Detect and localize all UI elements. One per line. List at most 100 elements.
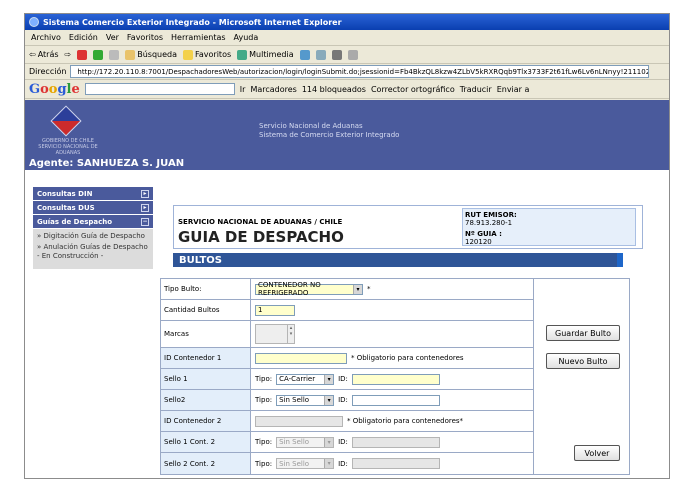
row-sello-2: Sello2 Tipo: Sin Sello ▾ ID: [161,390,533,411]
nuevo-bulto-button[interactable]: Nuevo Bulto [546,353,620,369]
label-sello-2: Sello2 [161,390,251,410]
sello-1-cont-2-select[interactable]: Sin Sello ▾ [276,436,335,448]
home-icon[interactable] [109,49,120,60]
send-to-button[interactable]: Enviar a [497,85,530,94]
rut-value: 78.913.280-1 [465,219,513,227]
page-title: GUIA DE DESPACHO [178,228,344,246]
menu-archivo[interactable]: Archivo [31,33,61,42]
scrollbar[interactable]: ▴ ▾ [287,325,294,343]
row-sello-1-cont-2: Sello 1 Cont. 2 Tipo: Sin Sello ▾ ID: [161,432,533,453]
label-sello-2-cont-2: Sello 2 Cont. 2 [161,453,251,474]
guardar-bulto-button[interactable]: Guardar Bulto [546,325,620,341]
row-marcas: Marcas ▴ ▾ [161,321,533,348]
banner: GOBIERNO DE CHILE SERVICIO NACIONAL DE A… [25,100,669,170]
label-tipo-bulto: Tipo Bulto: [161,279,251,299]
chevron-down-icon: ▾ [324,374,334,384]
google-search-input[interactable] [84,83,235,95]
mail-icon[interactable] [315,49,326,60]
row-sello-2-cont-2: Sello 2 Cont. 2 Tipo: Sin Sello ▾ ID: [161,453,533,474]
bultos-form: Tipo Bulto: CONTENEDOR NO REFRIGERADO ▾ *… [160,278,630,475]
sidebar-submenu: » Digitación Guía de Despacho » Anulació… [33,229,153,269]
guia-value: 120120 [465,238,492,246]
address-bar: Dirección http://172.20.110.8:7001/Despa… [25,64,669,80]
emisor-info: RUT EMISOR: 78.913.280-1 Nº GUIA : 12012… [462,208,636,246]
multimedia-icon [237,49,248,60]
cantidad-input[interactable]: 1 [255,304,295,316]
chevron-down-icon: ▾ [353,284,362,294]
menu-ver[interactable]: Ver [106,33,119,42]
button-column: Guardar Bulto Nuevo Bulto Volver [533,279,629,474]
required-note: * Obligatorio para contenedores [351,354,464,362]
sello-2-tipo-select[interactable]: Sin Sello ▾ [276,394,335,406]
sidebar: Consultas DIN ▸ Consultas DUS ▸ Guías de D… [33,187,153,269]
sidebar-item-consultas-din[interactable]: Consultas DIN ▸ [33,187,153,200]
stop-icon[interactable] [77,49,88,60]
org-name: SERVICIO NACIONAL DE ADUANAS / CHILE [178,218,343,226]
sidebar-link-anulacion[interactable]: » Anulación Guías de Despacho - En Const… [37,243,149,261]
row-tipo-bulto: Tipo Bulto: CONTENEDOR NO REFRIGERADO ▾ * [161,279,533,300]
volver-button[interactable]: Volver [574,445,620,461]
row-cantidad: Cantidad Bultos 1 [161,300,533,321]
google-toolbar: Google Ir Marcadores 114 bloqueados Corr… [25,80,669,99]
chevron-down-icon: ▾ [324,395,334,405]
row-id-contenedor-1: ID Contenedor 1 * Obligatorio para conte… [161,348,533,369]
favorites-button[interactable]: Favoritos [183,49,231,60]
history-icon[interactable] [299,49,310,60]
menu-edicion[interactable]: Edición [69,33,98,42]
expand-icon: ▸ [141,189,149,198]
rut-label: RUT EMISOR: [465,211,517,219]
google-bookmarks-button[interactable]: Marcadores [250,85,296,94]
menu-bar: Archivo Edición Ver Favoritos Herramient… [25,30,669,46]
menu-herramientas[interactable]: Herramientas [171,33,226,42]
address-url: http://172.20.110.8:7001/DespachadoresWe… [77,67,649,76]
spellcheck-button[interactable]: Corrector ortográfico [371,85,455,94]
form-header: SERVICIO NACIONAL DE ADUANAS / CHILE GUI… [173,205,643,267]
address-label: Dirección [29,67,67,76]
sello-1-id-input[interactable] [351,373,440,385]
search-button[interactable]: Búsqueda [125,49,177,60]
google-go-button[interactable]: Ir [240,85,246,94]
forward-arrow-icon[interactable]: ⇨ [65,50,72,59]
menu-favoritos[interactable]: Favoritos [127,33,163,42]
header-box: SERVICIO NACIONAL DE ADUANAS / CHILE GUI… [173,205,643,249]
back-button[interactable]: ⇦ Atrás [29,50,59,59]
label-sello-1-cont-2: Sello 1 Cont. 2 [161,432,251,452]
sidebar-item-guias-despacho[interactable]: Guías de Despacho − [33,215,153,228]
toolbar: ⇦ Atrás ⇨ Búsqueda Favoritos Multimedia [25,46,669,64]
multimedia-button[interactable]: Multimedia [237,49,294,60]
marcas-textarea[interactable]: ▴ ▾ [255,324,295,344]
translate-button[interactable]: Traducir [460,85,492,94]
id-contenedor-1-input[interactable] [255,352,347,364]
section-title: BULTOS [173,253,623,267]
sello-2-id-input[interactable] [351,394,440,406]
banner-line-2: Sistema de Comercio Exterior Integrado [259,131,400,139]
address-field[interactable]: http://172.20.110.8:7001/DespachadoresWe… [70,65,649,78]
label-cantidad: Cantidad Bultos [161,300,251,320]
sello-1-tipo-select[interactable]: CA-Carrier ▾ [276,373,335,385]
logo-caption: GOBIERNO DE CHILE SERVICIO NACIONAL DE A… [38,138,98,156]
id-contenedor-2-input[interactable] [255,415,343,427]
label-id-contenedor-1: ID Contenedor 1 [161,348,251,368]
title-bar: Sistema Comercio Exterior Integrado - Mi… [25,14,669,30]
ie-icon [29,17,39,27]
required-note-2: * Obligatorio para contenedores* [347,417,464,425]
search-icon [125,49,136,60]
star-icon [183,49,194,60]
refresh-icon[interactable] [93,49,104,60]
sello-2-cont-2-select[interactable]: Sin Sello ▾ [276,458,335,469]
banner-line-1: Servicio Nacional de Aduanas [259,122,363,130]
tipo-bulto-select[interactable]: CONTENEDOR NO REFRIGERADO ▾ [255,281,363,297]
sello-2-cont-2-id-input[interactable] [351,458,440,469]
menu-ayuda[interactable]: Ayuda [234,33,259,42]
row-sello-1: Sello 1 Tipo: CA-Carrier ▾ ID: [161,369,533,390]
chevron-down-icon: ▾ [324,459,334,468]
window-title: Sistema Comercio Exterior Integrado - Mi… [43,17,342,27]
sello-1-cont-2-id-input[interactable] [351,436,440,448]
sidebar-item-consultas-dus[interactable]: Consultas DUS ▸ [33,201,153,214]
chevron-down-icon: ▾ [324,437,334,447]
google-logo: Google [29,81,80,97]
edit-icon[interactable] [347,49,358,60]
popup-blocked-button[interactable]: 114 bloqueados [302,85,366,94]
print-icon[interactable] [331,49,342,60]
sidebar-link-digitacion[interactable]: » Digitación Guía de Despacho [37,232,149,241]
